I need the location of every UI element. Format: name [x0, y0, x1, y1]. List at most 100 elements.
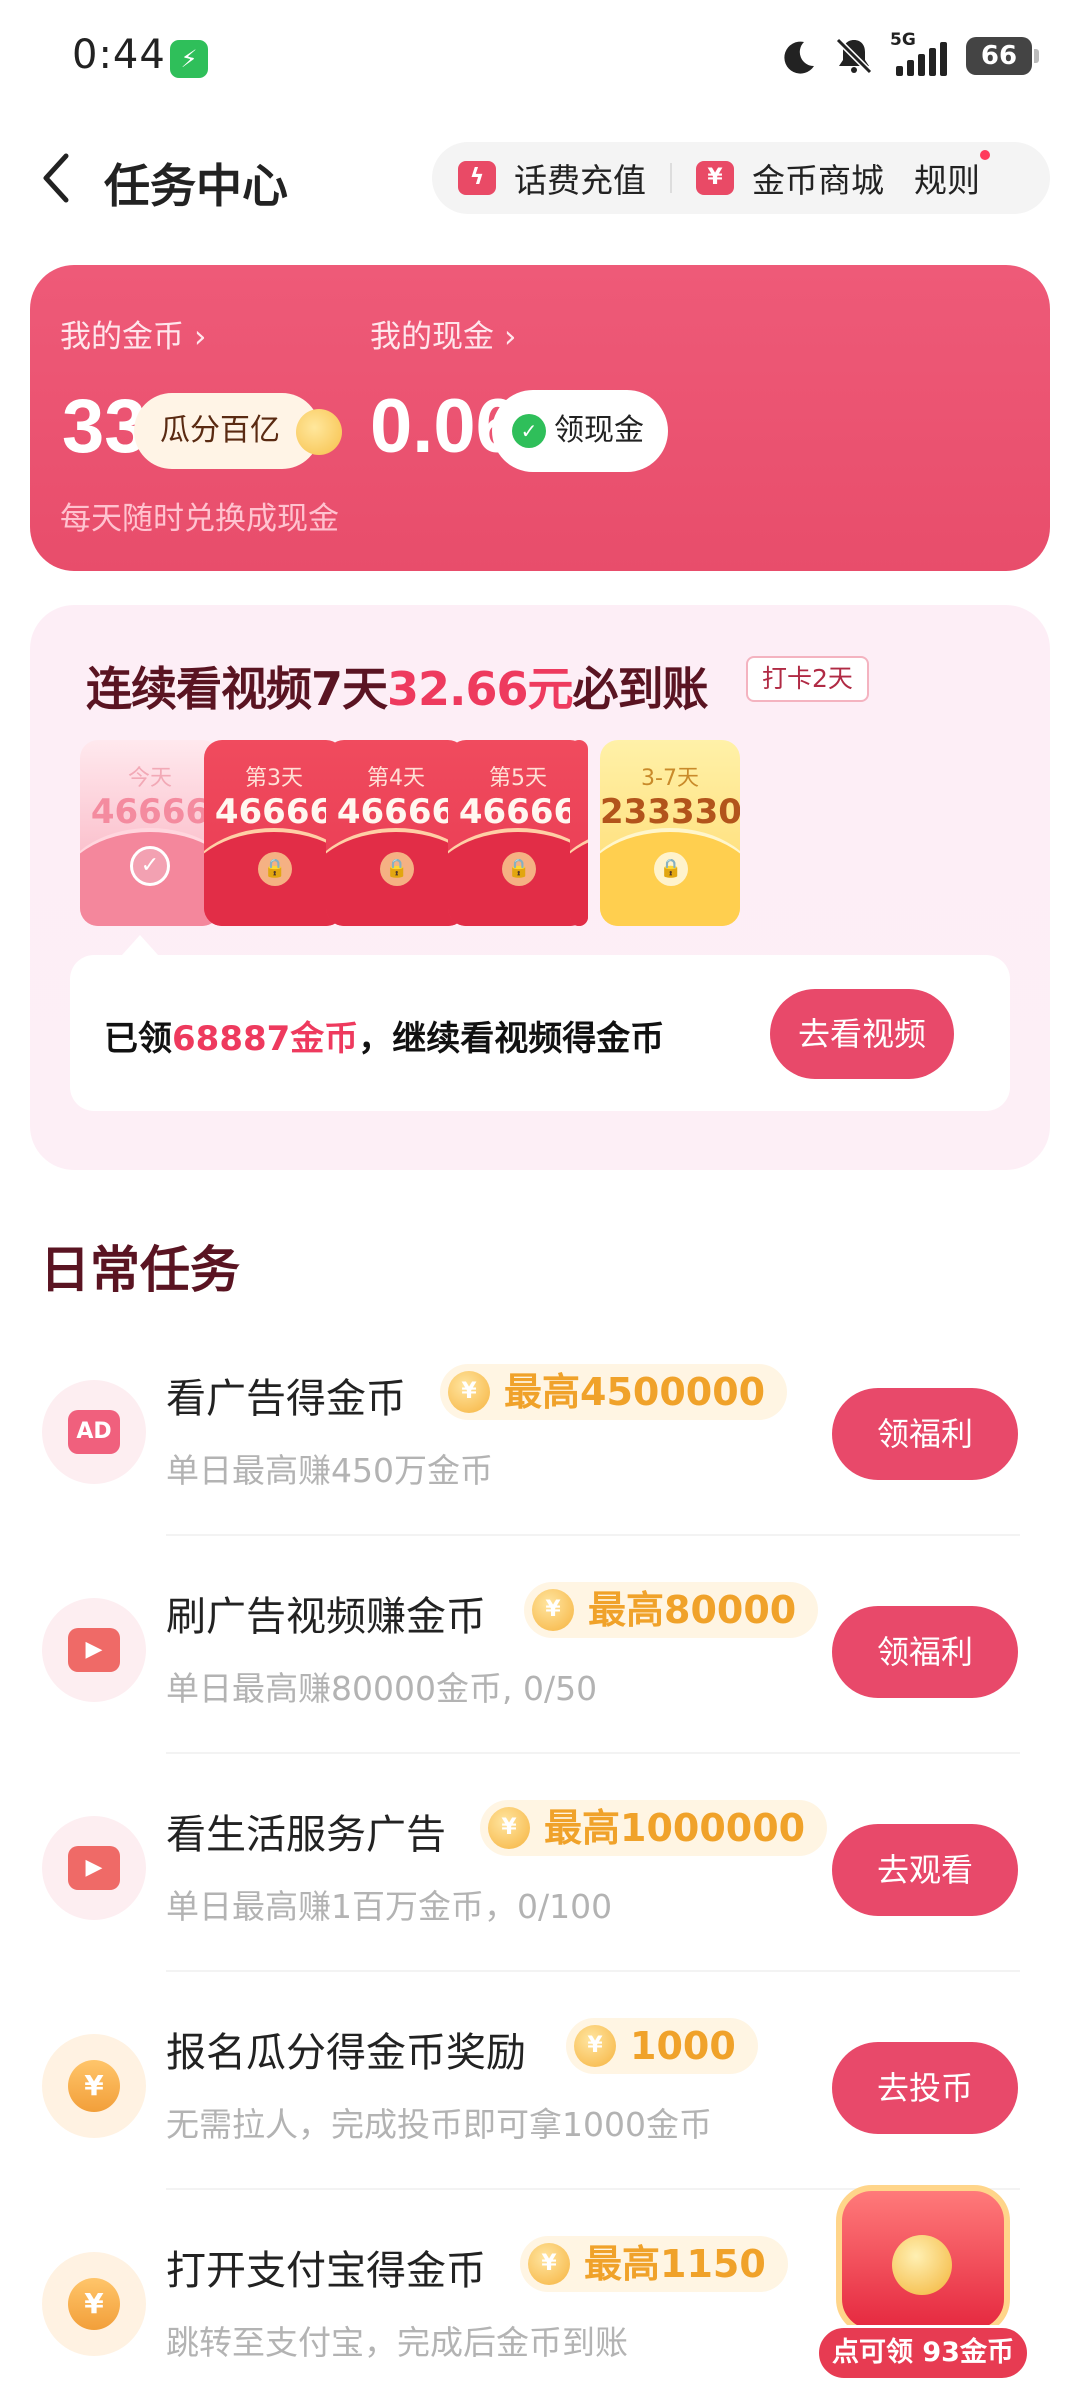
task-desc: 单日最高赚450万金币	[166, 1451, 493, 1490]
my-coins-link[interactable]: 我的金币 ›	[60, 311, 206, 356]
task-desc: 跳转至支付宝，完成后金币到账	[166, 2323, 628, 2362]
envelope-today[interactable]: 今天 46666 ✓	[80, 740, 220, 926]
check-icon: ✓	[130, 846, 170, 886]
envelope-day5[interactable]: 第5天 46666 🔒	[448, 740, 588, 926]
watch-video-button[interactable]: 去看视频	[770, 989, 954, 1079]
task-reward: 最高4500000	[504, 1370, 766, 1414]
recharge-label: 话费充值	[514, 161, 646, 200]
ticket-icon: ¥	[696, 161, 734, 195]
envelope-day: 第4天	[367, 766, 425, 791]
streak-msg-prefix: 已领	[104, 1019, 172, 1059]
lock-icon: 🔒	[380, 852, 414, 886]
status-time: 0:44	[72, 32, 166, 78]
recharge-link[interactable]: ϟ 话费充值	[458, 154, 646, 202]
task-desc: 单日最高赚80000金币, 0/50	[166, 1669, 598, 1708]
streak-title-amount: 32.66元	[387, 662, 574, 716]
coin-icon: ¥	[448, 1371, 490, 1413]
header-actions: ϟ 话费充值 ¥ 金币商城 规则	[432, 142, 1050, 214]
header: 任务中心 ϟ 话费充值 ¥ 金币商城 规则	[0, 130, 1080, 226]
task-row: AD 看广告得金币 ¥ 最高4500000 单日最高赚450万金币 领福利	[0, 1318, 1080, 1536]
yuan-badge: ¥	[68, 2278, 120, 2330]
withdraw-cash-button[interactable]: ✓ 领现金	[492, 390, 668, 472]
streak-card: 连续看视频7天32.66元必到账 打卡2天 今天 46666 ✓ 第3天 466…	[30, 605, 1050, 1170]
ad-badge: AD	[68, 1410, 120, 1454]
coin-icon: ¥	[528, 2243, 570, 2285]
task-name: 报名瓜分得金币奖励	[166, 2030, 526, 2076]
task-reward: 最高1000000	[544, 1806, 806, 1850]
play-badge: ▶	[68, 1846, 120, 1890]
envelope-amount: 233330	[600, 792, 740, 832]
mall-label: 金币商城	[752, 161, 884, 200]
wallet-hint: 每天随时兑换成现金	[60, 501, 339, 537]
my-cash-link[interactable]: 我的现金 ›	[370, 311, 516, 356]
split-badge[interactable]: 瓜分百亿	[134, 393, 342, 469]
gift-label: 点可领 93金币	[816, 2325, 1030, 2381]
watch-button[interactable]: 去观看	[832, 1824, 1018, 1916]
claim-welfare-button[interactable]: 领福利	[832, 1388, 1018, 1480]
video-icon: ▶	[42, 1598, 146, 1702]
task-name: 刷广告视频赚金币	[166, 1594, 486, 1640]
envelope-amount: 46666	[214, 792, 334, 832]
status-icons: 5G 66	[778, 30, 1039, 82]
coin-icon: ¥	[574, 2025, 616, 2067]
envelope-day: 第5天	[489, 766, 547, 791]
daily-tasks-title: 日常任务	[40, 1241, 240, 1299]
vote-coin-button[interactable]: 去投币	[832, 2042, 1018, 2134]
back-arrow-icon[interactable]	[36, 150, 76, 206]
checkin-tag: 打卡2天	[746, 656, 869, 702]
task-reward: 最高80000	[588, 1588, 797, 1632]
wallet-card: 我的金币 › 33 瓜分百亿 每天随时兑换成现金 我的现金 › 0.06 ✓ 领现金	[30, 265, 1050, 571]
envelope-day: 今天	[127, 766, 172, 791]
envelope-day: 第3天	[245, 766, 303, 791]
bell-off-icon	[835, 37, 873, 75]
yuan-coin-icon: ¥	[42, 2034, 146, 2138]
task-name: 打开支付宝得金币	[166, 2248, 486, 2294]
streak-title-suffix: 必到账	[572, 662, 709, 716]
sparkle-icon	[296, 409, 342, 455]
streak-title-prefix: 连续看视频7天	[86, 662, 388, 716]
envelope-day4[interactable]: 第4天 46666 🔒	[326, 740, 466, 926]
streak-msg-amount: 68887金币	[172, 1019, 359, 1059]
status-bar: 0:44 ⚡ 5G 66	[0, 0, 1080, 110]
coin-mall-link[interactable]: ¥ 金币商城	[696, 154, 884, 202]
envelope-peek	[570, 740, 588, 926]
shield-icon: ⚡	[170, 40, 208, 78]
task-desc: 单日最高赚1百万金币，0/100	[166, 1887, 613, 1926]
envelope-amount: 46666	[336, 792, 456, 832]
task-reward: 最高1150	[584, 2242, 766, 2286]
chevron-right-icon: ›	[504, 319, 517, 355]
task-name: 看生活服务广告	[166, 1812, 446, 1858]
task-reward-badge: ¥ 最高80000	[524, 1582, 819, 1638]
task-name: 看广告得金币	[166, 1376, 406, 1422]
streak-message: 已领68887金币，继续看视频得金币	[104, 1011, 664, 1060]
divider	[670, 163, 672, 193]
envelope-amount: 46666	[90, 792, 210, 832]
gift-box-icon	[836, 2185, 1010, 2335]
streak-msg-suffix: ，继续看视频得金币	[358, 1019, 665, 1059]
task-reward-badge: ¥ 最高4500000	[440, 1364, 788, 1420]
my-cash-label: 我的现金	[370, 319, 494, 355]
envelope-amount: 46666	[458, 792, 578, 832]
streak-progress-bar: 已领68887金币，继续看视频得金币 去看视频	[70, 935, 1010, 1111]
moon-icon	[784, 41, 814, 74]
rules-link[interactable]: 规则	[914, 150, 990, 202]
video-badge: ▶	[68, 1628, 120, 1672]
signal-icon: 5G	[890, 30, 952, 78]
reward-envelopes: 今天 46666 ✓ 第3天 46666 🔒 第4天 46666 🔒 第5天 4…	[80, 740, 1050, 930]
task-desc: 无需拉人，完成投币即可拿1000金币	[166, 2105, 712, 2144]
play-icon: ▶	[42, 1816, 146, 1920]
envelope-day: 3-7天	[641, 766, 699, 791]
battery-icon: 66	[966, 37, 1039, 75]
task-reward-badge: ¥ 1000	[566, 2018, 758, 2074]
lock-icon: 🔒	[258, 852, 292, 886]
coin-icon: ¥	[532, 1589, 574, 1631]
envelope-3-7days[interactable]: 3-7天 233330 🔒	[600, 740, 740, 926]
floating-gift-button[interactable]: 点可领 93金币	[816, 2185, 1030, 2385]
envelope-day3[interactable]: 第3天 46666 🔒	[204, 740, 344, 926]
coin-icon: ¥	[488, 1807, 530, 1849]
yuan-coin-icon: ¥	[42, 2252, 146, 2356]
withdraw-cash-label: 领现金	[554, 413, 644, 448]
claim-welfare-button[interactable]: 领福利	[832, 1606, 1018, 1698]
lock-icon: 🔒	[654, 852, 688, 886]
rules-label: 规则	[914, 161, 980, 200]
